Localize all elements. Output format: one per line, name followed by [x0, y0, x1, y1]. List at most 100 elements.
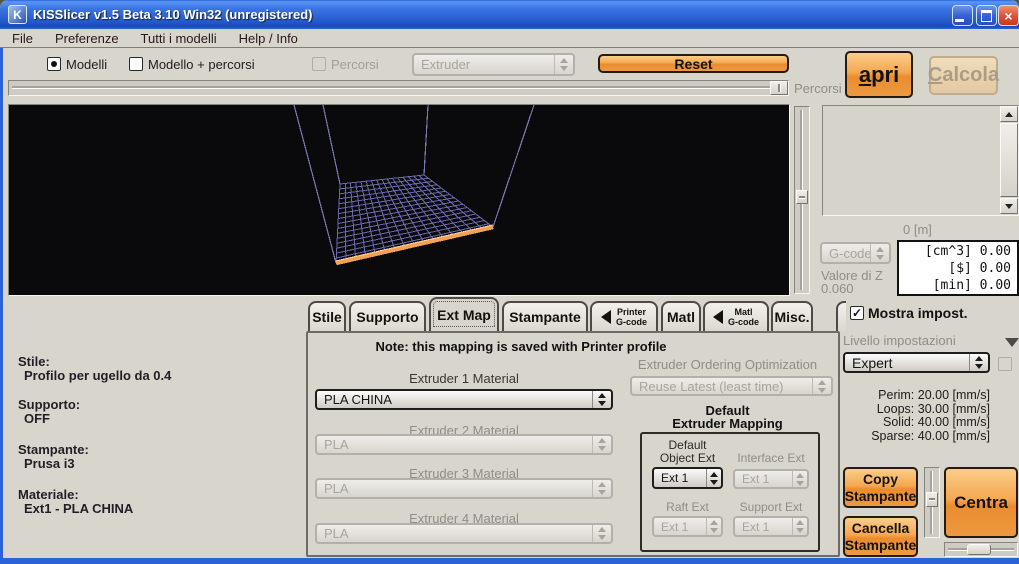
- window-border-left: [0, 29, 3, 560]
- expert-level-dropdown[interactable]: Expert: [843, 352, 990, 373]
- extruder-1-material-dropdown[interactable]: PLA CHINA: [315, 389, 613, 410]
- material-value: Ext1 - PLA CHINA: [24, 501, 134, 516]
- close-button[interactable]: ×: [998, 5, 1019, 26]
- button-label: Stampante: [844, 536, 917, 553]
- z-slider-handle[interactable]: [796, 190, 808, 204]
- radio-modelli[interactable]: [47, 57, 61, 71]
- ordering-optimization-label: Extruder Ordering Optimization: [637, 357, 818, 372]
- app-icon[interactable]: K: [8, 5, 27, 24]
- button-label: Stampante: [844, 487, 917, 504]
- layer-slider[interactable]: [8, 80, 789, 96]
- tab-stampante[interactable]: Stampante: [502, 301, 588, 331]
- button-label: Centra: [954, 492, 1008, 512]
- nudge-slider-vertical-handle[interactable]: [926, 492, 938, 507]
- extruder-3-material-dropdown: PLA: [315, 478, 613, 499]
- updown-arrows-icon: [592, 436, 611, 453]
- models-list-panel[interactable]: [822, 105, 1019, 216]
- menu-file[interactable]: File: [12, 31, 33, 46]
- checkbox-modello-percorsi-label: Modello + percorsi: [148, 57, 255, 72]
- interface-ext-dropdown: Ext 1: [733, 469, 809, 489]
- radio-modelli-label: Modelli: [66, 57, 108, 72]
- speed-perim: Perim: 20.00 [mm/s]: [878, 388, 990, 402]
- collapse-triangle-icon[interactable]: [1005, 338, 1019, 347]
- apri-button-label: apri: [858, 61, 900, 87]
- updown-arrows-icon: [870, 244, 889, 262]
- dropdown-value: PLA: [324, 526, 349, 541]
- menu-tutti-i-modelli[interactable]: Tutti i modelli: [141, 31, 217, 46]
- reset-button[interactable]: Reset: [598, 54, 789, 73]
- tab-supporto[interactable]: Supporto: [349, 301, 426, 331]
- scroll-up-button[interactable]: [1000, 106, 1018, 122]
- updown-arrows-icon: [792, 471, 807, 487]
- mostra-impost-label: Mostra impost.: [868, 305, 968, 321]
- minimize-icon: [955, 19, 964, 22]
- viewport-3d[interactable]: [8, 104, 790, 296]
- livello-impostazioni-label: Livello impostazioni: [843, 333, 956, 348]
- interface-ext-label: Interface Ext: [737, 451, 805, 465]
- calcola-button-label: Calcola: [927, 64, 1000, 86]
- dropdown-value: PLA: [324, 437, 349, 452]
- minimize-button[interactable]: [952, 5, 973, 26]
- raft-ext-label: Raft Ext: [666, 500, 709, 514]
- mapping-title-line2: Extruder Mapping: [672, 416, 783, 431]
- print-bed-wireframe: [293, 105, 535, 266]
- scrollbar-thumb[interactable]: [1000, 123, 1018, 197]
- button-label: Copy: [863, 470, 898, 487]
- speed-summary: Perim: 20.00 [mm/s] Loops: 30.00 [mm/s] …: [845, 388, 990, 443]
- checkbox-modello-percorsi[interactable]: [129, 57, 143, 71]
- arrow-up-icon: [1005, 111, 1013, 117]
- layer-slider-handle[interactable]: [770, 81, 788, 95]
- checkbox-percorsi: [312, 57, 326, 71]
- tab-misc[interactable]: Misc.: [771, 301, 813, 331]
- window-title: KISSlicer v1.5 Beta 3.10 Win32 (unregist…: [33, 7, 313, 22]
- gcode-dropdown-value: G-code: [829, 245, 870, 261]
- speed-loops: Loops: 30.00 [mm/s]: [876, 401, 990, 416]
- stats-box: [cm^3] 0.00 [$] 0.00 [min] 0.00: [897, 240, 1019, 296]
- object-ext-header: Default: [668, 438, 707, 452]
- printer-value: Prusa i3: [24, 456, 75, 471]
- tab-label: Matl G-code: [727, 307, 759, 327]
- menu-preferenze[interactable]: Preferenze: [55, 31, 119, 46]
- scroll-down-button[interactable]: [1000, 198, 1018, 214]
- maximize-button[interactable]: [976, 5, 997, 26]
- support-ext-dropdown: Ext 1: [733, 516, 809, 537]
- z-value: 0.060: [821, 281, 854, 296]
- app-window: K KISSlicer v1.5 Beta 3.10 Win32 (unregi…: [0, 0, 1019, 564]
- dropdown-value: Reuse Latest (least time): [639, 378, 784, 394]
- style-label: Stile:: [18, 354, 50, 369]
- menu-bar: File Preferenze Tutti i modelli Help / I…: [0, 29, 1019, 48]
- mostra-impost-checkbox[interactable]: [850, 306, 864, 320]
- object-ext-label: Object Ext: [659, 451, 716, 465]
- tab-label: Ext Map: [437, 307, 491, 323]
- copy-stampante-button[interactable]: Copy Stampante: [843, 467, 918, 508]
- tab-partial-next[interactable]: [836, 301, 846, 331]
- maximize-icon: [981, 9, 992, 22]
- tab-ext-map[interactable]: Ext Map: [429, 297, 499, 331]
- tab-label: Matl: [667, 309, 695, 325]
- left-arrow-icon: [600, 310, 611, 324]
- calcola-button: Calcola: [927, 56, 1000, 95]
- tab-label: Supporto: [356, 309, 419, 325]
- updown-arrows-icon: [592, 525, 611, 542]
- centra-button[interactable]: Centra: [944, 467, 1018, 538]
- apri-button[interactable]: apri: [845, 51, 913, 98]
- reset-button-label: Reset: [674, 55, 713, 72]
- level-extra-checkbox: [998, 357, 1012, 371]
- tab-matl[interactable]: Matl: [661, 301, 701, 331]
- cancella-stampante-button[interactable]: Cancella Stampante: [843, 516, 918, 557]
- nudge-slider-horizontal-handle[interactable]: [967, 544, 991, 555]
- stat-cost: [$] 0.00: [948, 261, 1011, 276]
- mapping-note: Note: this mapping is saved with Printer…: [375, 339, 667, 354]
- tab-matl-gcode[interactable]: Matl G-code: [703, 301, 769, 331]
- checkbox-percorsi-label: Percorsi: [331, 57, 379, 72]
- printer-label: Stampante:: [18, 442, 89, 457]
- style-value: Profilo per ugello da 0.4: [24, 368, 172, 383]
- title-bar[interactable]: K KISSlicer v1.5 Beta 3.10 Win32 (unregi…: [0, 0, 1019, 29]
- menu-help-info[interactable]: Help / Info: [239, 31, 298, 46]
- left-arrow-icon: [712, 310, 723, 324]
- dropdown-value: Ext 1: [661, 471, 689, 485]
- tab-stile[interactable]: Stile: [308, 301, 346, 331]
- object-ext-dropdown[interactable]: Ext 1: [652, 467, 723, 489]
- tab-printer-gcode[interactable]: Printer G-code: [590, 301, 658, 331]
- gcode-dropdown: G-code: [820, 242, 891, 264]
